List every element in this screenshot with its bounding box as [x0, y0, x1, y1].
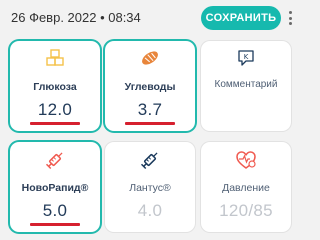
entry-datetime[interactable]: 26 Февр. 2022 • 08:34 — [11, 10, 141, 25]
card-value: 12.0 — [37, 100, 73, 119]
more-options-icon[interactable] — [284, 9, 296, 27]
sugar-cubes-icon — [10, 49, 100, 69]
top-bar: 26 Февр. 2022 • 08:34 СОХРАНИТЬ — [0, 0, 300, 36]
card-novorapid[interactable]: НовоРапид® 5.0 — [10, 142, 100, 232]
card-label: Лантус® — [129, 182, 171, 194]
heart-pressure-icon — [201, 150, 291, 170]
card-value: 3.7 — [137, 100, 163, 119]
value-underline — [125, 122, 175, 125]
value-underline — [30, 122, 80, 125]
card-label: Давление — [222, 182, 270, 194]
card-value: 4.0 — [137, 201, 163, 220]
value-underline — [30, 223, 80, 226]
syringe-icon — [10, 150, 100, 170]
card-carbs[interactable]: Углеводы 3.7 — [105, 41, 195, 131]
card-glucose[interactable]: Глюкоза 12.0 — [10, 41, 100, 131]
save-button[interactable]: СОХРАНИТЬ — [201, 6, 281, 30]
card-value: 5.0 — [42, 201, 68, 220]
card-pressure[interactable]: Давление 120/85 — [201, 142, 291, 232]
syringe-icon — [105, 150, 195, 170]
card-comment[interactable]: K Комментарий — [201, 41, 291, 131]
card-value: 120/85 — [219, 201, 273, 220]
svg-text:K: K — [244, 53, 249, 61]
comment-icon: K — [201, 49, 291, 69]
card-label: Комментарий — [214, 79, 278, 90]
card-label: НовоРапид® — [21, 182, 89, 194]
bread-icon — [105, 49, 195, 69]
card-label: Углеводы — [124, 81, 176, 93]
card-lantus[interactable]: Лантус® 4.0 — [105, 142, 195, 232]
card-label: Глюкоза — [33, 81, 77, 93]
